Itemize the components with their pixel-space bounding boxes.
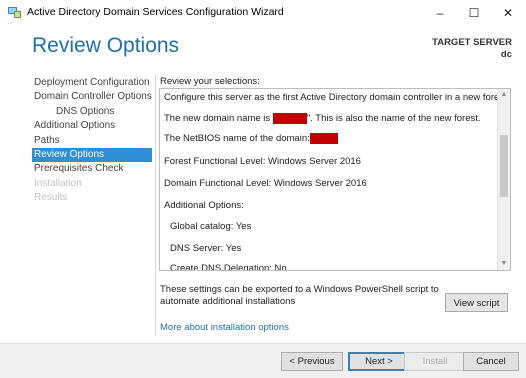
cancel-button[interactable]: Cancel — [463, 352, 519, 371]
nav-item-installation: Installation — [34, 177, 82, 189]
review-line-dns-delegation: Create DNS Delegation: No — [170, 263, 287, 271]
nav-item-dns-options[interactable]: DNS Options — [32, 105, 154, 119]
export-description: These settings can be exported to a Wind… — [160, 284, 439, 307]
scroll-thumb[interactable] — [500, 135, 508, 197]
previous-button[interactable]: < Previous — [281, 352, 343, 371]
nav-item-domain-controller-options[interactable]: Domain Controller Options — [32, 90, 154, 104]
nav-item-paths[interactable]: Paths — [32, 134, 154, 148]
scroll-down-arrow-icon[interactable]: ▼ — [498, 258, 510, 270]
review-selections-box[interactable]: Configure this server as the first Activ… — [159, 88, 511, 271]
review-line-domain-level: Domain Functional Level: Windows Server … — [164, 178, 367, 189]
nav-item-deployment-configuration[interactable]: Deployment Configuration — [32, 76, 154, 90]
page-title: Review Options — [32, 34, 180, 57]
review-line-domain-name: The new domain name is ". This is also t… — [164, 113, 481, 124]
minimize-button[interactable]: – — [422, 0, 458, 26]
review-line-domain-name-suffix: ". This is also the name of the new fore… — [306, 113, 481, 125]
review-line-netbios: The NetBIOS name of the domain: — [164, 133, 338, 144]
nav-divider — [155, 74, 156, 336]
more-about-installation-link[interactable]: More about installation options — [160, 322, 289, 333]
review-line-dns-server: DNS Server: Yes — [170, 243, 242, 254]
nav-item-review-options[interactable]: Review Options — [32, 147, 152, 163]
review-line-domain-name-prefix: The new domain name is — [164, 113, 273, 125]
maximize-button[interactable]: ☐ — [456, 0, 492, 26]
scroll-up-arrow-icon[interactable]: ▲ — [498, 89, 510, 101]
wizard-nav: Deployment Configuration Domain Controll… — [32, 76, 154, 206]
review-line-forest: Configure this server as the first Activ… — [164, 92, 510, 103]
close-button[interactable]: ✕ — [490, 0, 526, 26]
server-manager-icon — [8, 7, 21, 18]
review-scrollbar[interactable]: ▲ ▼ — [497, 89, 510, 270]
review-line-global-catalog: Global catalog: Yes — [170, 221, 252, 232]
next-button[interactable]: Next > — [348, 352, 410, 371]
review-line-additional-options: Additional Options: — [164, 200, 244, 211]
target-server-value: dc — [500, 49, 512, 60]
wizard-footer: < Previous Next > Install Cancel — [0, 343, 526, 378]
redacted-netbios-name — [309, 133, 338, 144]
title-bar: Active Directory Domain Services Configu… — [0, 0, 526, 26]
review-selections-label: Review your selections: — [160, 76, 260, 87]
install-button: Install — [404, 352, 466, 371]
redacted-domain-name — [272, 113, 307, 124]
review-line-netbios-text: The NetBIOS name of the domain: — [164, 133, 310, 145]
view-script-button[interactable]: View script — [445, 293, 508, 312]
nav-item-additional-options[interactable]: Additional Options — [32, 119, 154, 133]
window-title: Active Directory Domain Services Configu… — [27, 6, 284, 18]
review-line-forest-level: Forest Functional Level: Windows Server … — [164, 156, 361, 167]
nav-item-results: Results — [34, 192, 68, 204]
nav-item-prerequisites-check[interactable]: Prerequisites Check — [32, 162, 154, 176]
target-server-label: TARGET SERVER — [432, 37, 512, 48]
